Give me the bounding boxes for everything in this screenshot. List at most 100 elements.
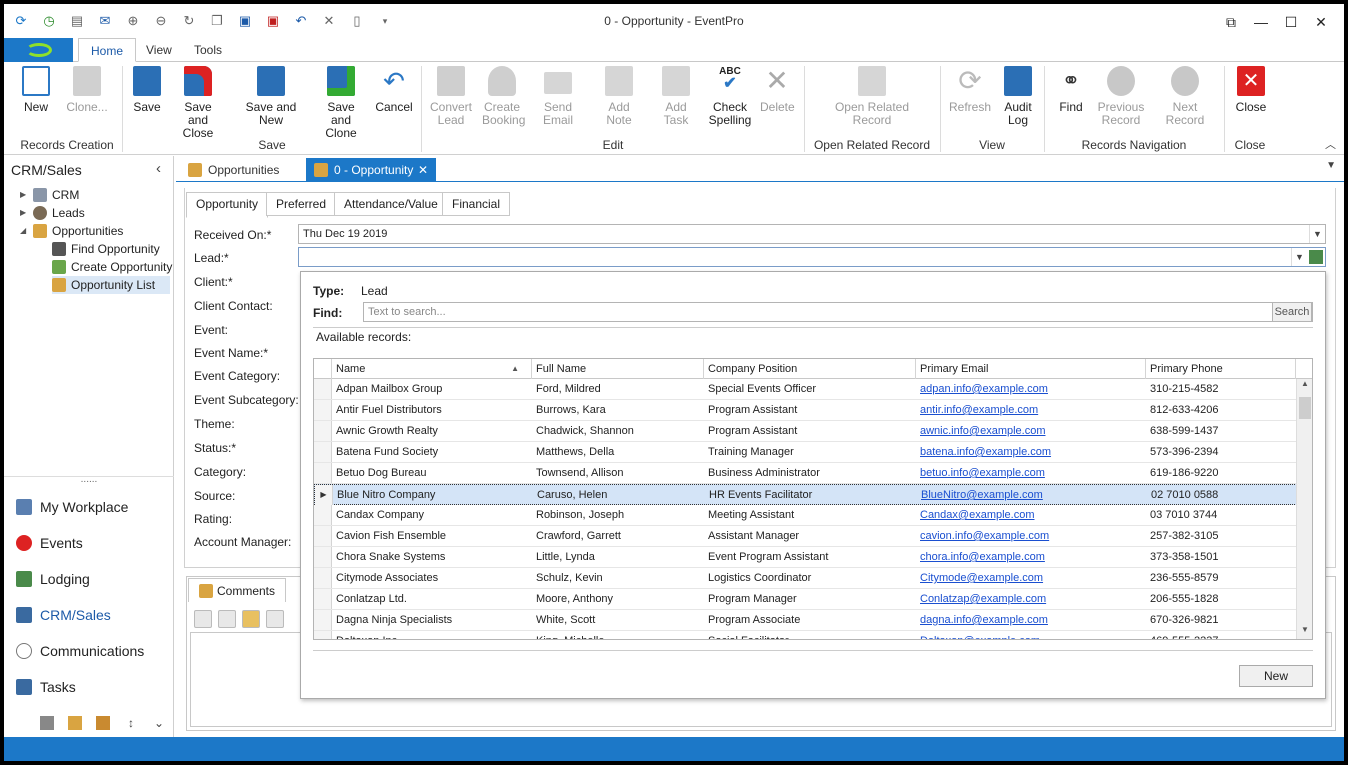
table-row[interactable]: Adpan Mailbox Group Ford, Mildred Special … xyxy=(314,379,1297,400)
table-cell[interactable]: batena.info@example.com xyxy=(916,442,1146,462)
save-button[interactable]: Save xyxy=(132,66,162,114)
column-header-primary-phone[interactable]: Primary Phone xyxy=(1146,359,1296,379)
clone-button[interactable]: Clone... xyxy=(64,66,110,114)
tree-item-create-opportunity[interactable]: Create Opportunity xyxy=(52,258,172,276)
cancel-button[interactable]: ↶ Cancel xyxy=(374,66,414,114)
close-icon[interactable]: ✕ xyxy=(1306,10,1336,34)
sort-icon[interactable]: ↕ xyxy=(124,716,138,730)
next-record-button[interactable]: Next Record xyxy=(1152,66,1218,127)
table-cell[interactable]: Daltaxon@example.com xyxy=(916,631,1146,639)
report-icon[interactable] xyxy=(68,716,82,730)
tab-home[interactable]: Home xyxy=(78,38,137,62)
nav-tasks[interactable]: Tasks xyxy=(16,676,76,698)
open-folder-icon[interactable] xyxy=(242,610,260,628)
tree-item-opportunities[interactable]: ◢ Opportunities xyxy=(20,222,123,240)
add-note-button[interactable]: Add Note xyxy=(594,66,644,127)
close-tab-icon[interactable]: ✕ xyxy=(418,158,428,182)
tab-comments[interactable]: Comments xyxy=(188,578,287,602)
tree-item-opportunity-list[interactable]: Opportunity List xyxy=(52,276,170,294)
tabs-menu-icon[interactable]: ▼ xyxy=(1326,160,1336,171)
create-booking-button[interactable]: Create Booking xyxy=(482,66,525,127)
search-button[interactable]: Search xyxy=(1272,302,1312,322)
find-replace-icon[interactable] xyxy=(218,610,236,628)
check-spelling-button[interactable]: ABC ✔ Check Spelling xyxy=(708,66,752,127)
lead-field[interactable]: ▼ xyxy=(298,247,1326,267)
new-record-button[interactable]: New xyxy=(1239,665,1313,687)
tab-tools[interactable]: Tools xyxy=(182,38,234,62)
scroll-up-icon[interactable]: ▲ xyxy=(1297,379,1312,393)
tab-financial[interactable]: Financial xyxy=(442,192,511,216)
tab-preferred[interactable]: Preferred xyxy=(266,192,337,216)
restore-down-icon[interactable]: ⧉ xyxy=(1216,10,1246,34)
tab-opportunity-record[interactable]: 0 - Opportunity ✕ xyxy=(306,158,436,182)
tree-item-find-opportunity[interactable]: Find Opportunity xyxy=(52,240,160,258)
table-cell[interactable]: adpan.info@example.com xyxy=(916,379,1146,399)
tab-opportunities[interactable]: Opportunities xyxy=(180,158,302,182)
table-cell[interactable]: chora.info@example.com xyxy=(916,547,1146,567)
table-row[interactable]: Dagna Ninja Specialists White, Scott Progr… xyxy=(314,610,1297,631)
previous-record-button[interactable]: Previous Record xyxy=(1096,66,1146,127)
dropdown-arrow-icon[interactable]: ▼ xyxy=(1291,248,1307,266)
chevron-down-icon[interactable]: ⌄ xyxy=(152,716,166,730)
table-row[interactable]: Candax Company Robinson, Joseph Meeting As… xyxy=(314,505,1297,526)
table-row[interactable]: Betuo Dog Bureau Townsend, Allison Busines… xyxy=(314,463,1297,484)
calculator-icon[interactable] xyxy=(40,716,54,730)
column-header-full-name[interactable]: Full Name xyxy=(532,359,704,379)
nav-splitter[interactable]: ...... xyxy=(4,475,174,486)
delete-button[interactable]: ✕ Delete xyxy=(760,66,795,114)
new-button[interactable]: New xyxy=(20,66,52,114)
received-on-field[interactable]: Thu Dec 19 2019 ▼ xyxy=(298,224,1326,244)
table-row[interactable]: ▶ Blue Nitro Company Caruso, Helen HR Event… xyxy=(314,484,1297,505)
table-row[interactable]: Batena Fund Society Matthews, Della Traini… xyxy=(314,442,1297,463)
dropdown-arrow-icon[interactable]: ▼ xyxy=(1309,225,1325,243)
table-row[interactable]: Antir Fuel Distributors Burrows, Kara Prog… xyxy=(314,400,1297,421)
tree-item-leads[interactable]: ▶ Leads xyxy=(20,204,85,222)
save-and-new-button[interactable]: Save and New xyxy=(234,66,308,127)
audit-log-button[interactable]: Audit Log xyxy=(1000,66,1036,127)
collapse-nav-icon[interactable]: ‹ xyxy=(156,160,161,177)
table-row[interactable]: Citymode Associates Schulz, Kevin Logistic… xyxy=(314,568,1297,589)
refresh-button[interactable]: ⟳ Refresh xyxy=(948,66,992,114)
column-header-primary-email[interactable]: Primary Email xyxy=(916,359,1146,379)
add-task-button[interactable]: Add Task xyxy=(652,66,700,127)
scrollbar-thumb[interactable] xyxy=(1299,397,1311,419)
tab-attendance-value[interactable]: Attendance/Value xyxy=(334,192,448,216)
format-icon[interactable] xyxy=(194,610,212,628)
tab-opportunity[interactable]: Opportunity xyxy=(186,192,269,218)
column-header-name[interactable]: Name ▲ xyxy=(332,359,532,379)
nav-events[interactable]: Events xyxy=(16,532,83,554)
table-cell[interactable]: Citymode@example.com xyxy=(916,568,1146,588)
table-cell[interactable]: Conlatzap@example.com xyxy=(916,589,1146,609)
convert-lead-button[interactable]: Convert Lead xyxy=(428,66,474,127)
documents-icon[interactable] xyxy=(96,716,110,730)
collapse-icon[interactable]: ◢ xyxy=(20,222,28,240)
nav-communications[interactable]: Communications xyxy=(16,640,144,662)
collapse-ribbon-icon[interactable]: ︿ xyxy=(1325,136,1336,152)
nav-lodging[interactable]: Lodging xyxy=(16,568,90,590)
table-cell[interactable]: dagna.info@example.com xyxy=(916,610,1146,630)
table-cell[interactable]: betuo.info@example.com xyxy=(916,463,1146,483)
find-input[interactable]: Text to search... Search xyxy=(363,302,1313,322)
record-lookup-icon[interactable] xyxy=(1309,250,1323,264)
vertical-scrollbar[interactable]: ▲ ▼ xyxy=(1296,379,1312,639)
maximize-icon[interactable]: ☐ xyxy=(1276,10,1306,34)
column-header-company-position[interactable]: Company Position xyxy=(704,359,916,379)
table-row[interactable]: Awnic Growth Realty Chadwick, Shannon Prog… xyxy=(314,421,1297,442)
table-cell[interactable]: cavion.info@example.com xyxy=(916,526,1146,546)
table-cell[interactable]: awnic.info@example.com xyxy=(916,421,1146,441)
tree-item-crm[interactable]: ▶ CRM xyxy=(20,186,79,204)
expand-icon[interactable]: ▶ xyxy=(20,204,28,222)
find-button[interactable]: ⚭ Find xyxy=(1054,66,1088,114)
open-related-record-button[interactable]: Open Related Record xyxy=(834,66,910,127)
expand-icon[interactable]: ▶ xyxy=(20,186,28,204)
table-row[interactable]: Cavion Fish Ensemble Crawford, Garrett Ass… xyxy=(314,526,1297,547)
send-email-button[interactable]: Send Email xyxy=(530,66,586,127)
table-cell[interactable]: antir.info@example.com xyxy=(916,400,1146,420)
save-and-close-button[interactable]: Save and Close xyxy=(174,66,222,140)
table-row[interactable]: Chora Snake Systems Little, Lynda Event Pr… xyxy=(314,547,1297,568)
table-row[interactable]: Conlatzap Ltd. Moore, Anthony Program Mana… xyxy=(314,589,1297,610)
scroll-down-icon[interactable]: ▼ xyxy=(1297,625,1312,639)
save-and-clone-button[interactable]: Save and Clone xyxy=(316,66,366,140)
app-menu-button[interactable] xyxy=(4,38,73,62)
minimize-icon[interactable]: — xyxy=(1246,10,1276,34)
